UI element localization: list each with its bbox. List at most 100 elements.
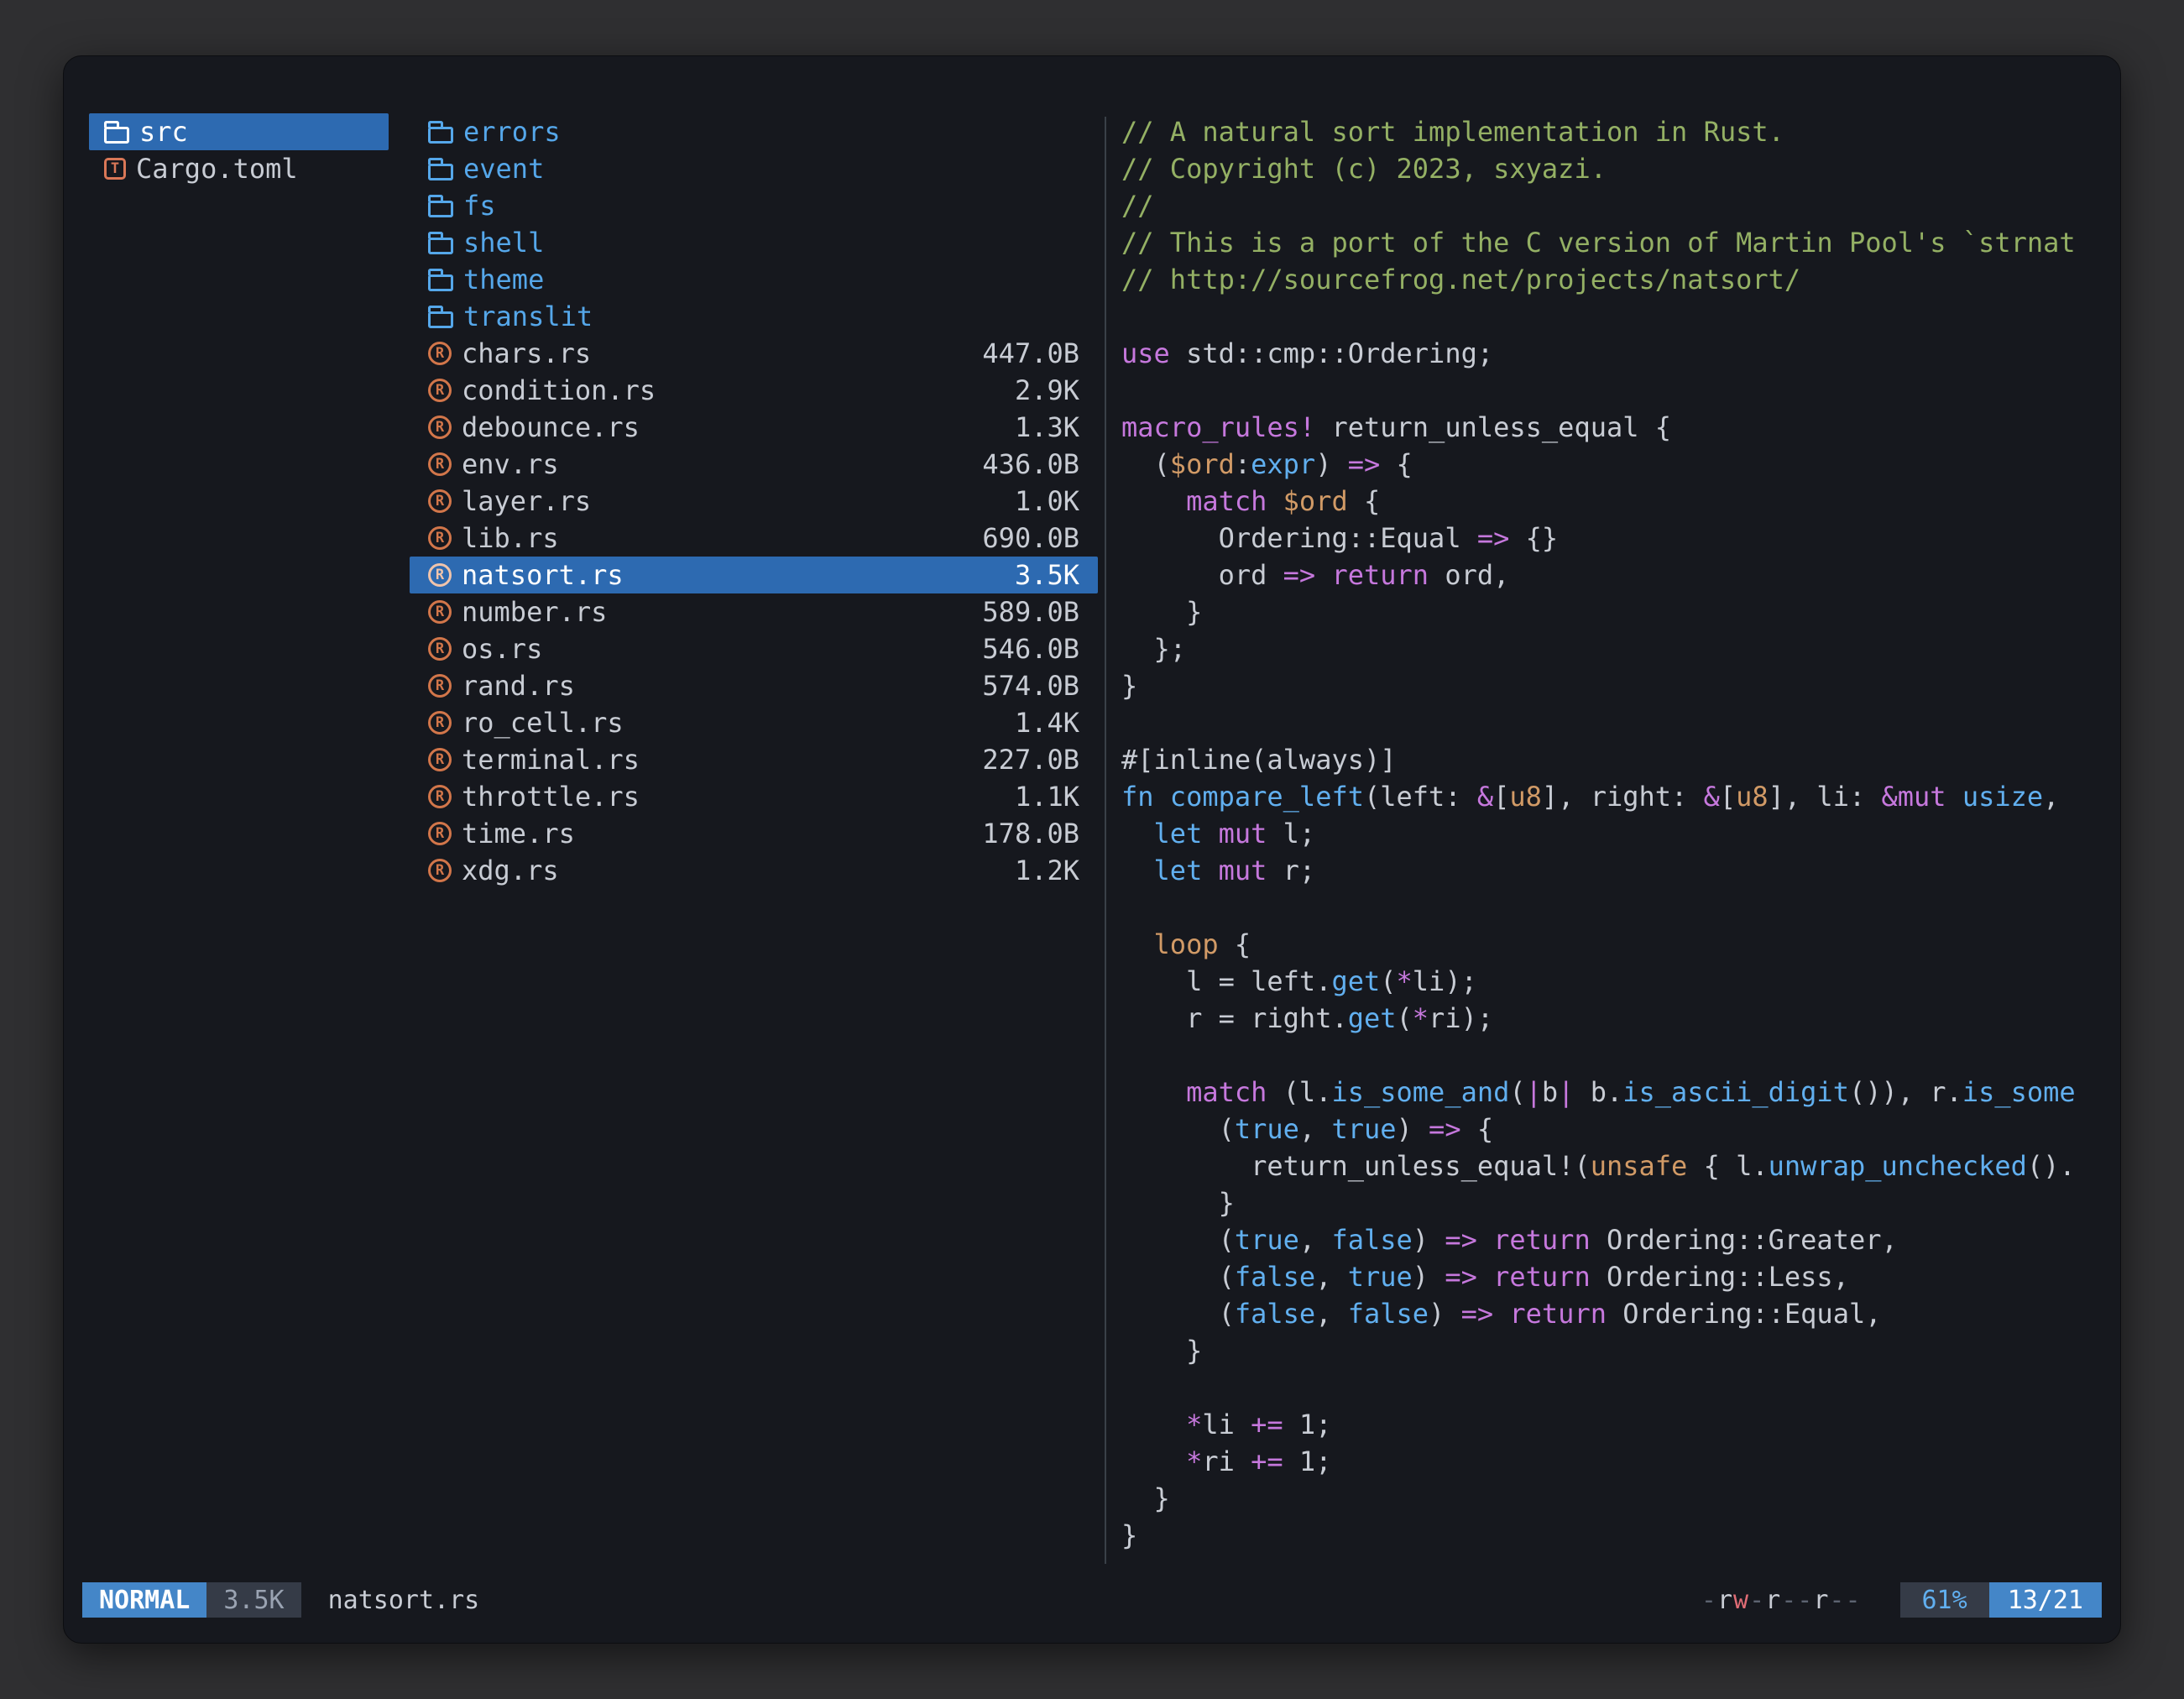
rust-file-icon: R bbox=[428, 489, 452, 513]
file-row[interactable]: Rxdg.rs1.2K bbox=[410, 852, 1098, 889]
file-row[interactable]: Rro_cell.rs 1.4K bbox=[410, 704, 1098, 741]
entry-size: 546.0B bbox=[982, 633, 1079, 665]
folder-row[interactable]: errors bbox=[410, 113, 1098, 150]
code-line: *li += 1; bbox=[1121, 1406, 2100, 1443]
cursor-position-badge: 13/21 bbox=[1989, 1582, 2102, 1618]
code-line: } bbox=[1121, 1184, 2100, 1221]
entry-name: errors bbox=[463, 116, 561, 148]
entry-name: rand.rs bbox=[462, 670, 575, 702]
status-filename: natsort.rs bbox=[328, 1582, 480, 1618]
file-row[interactable]: Rrand.rs574.0B bbox=[410, 667, 1098, 704]
entry-name: number.rs bbox=[462, 596, 607, 628]
pane-divider bbox=[1105, 117, 1106, 1564]
code-line: ($ord:expr) => { bbox=[1121, 446, 2100, 483]
toml-file-icon: T bbox=[104, 158, 126, 180]
entry-size: 1.4K bbox=[1015, 707, 1079, 739]
file-row[interactable]: Rtime.rs178.0B bbox=[410, 815, 1098, 852]
file-row[interactable]: Rterminal.rs227.0B bbox=[410, 741, 1098, 778]
entry-size: 1.2K bbox=[1015, 855, 1079, 886]
entry-size: 589.0B bbox=[982, 596, 1079, 628]
preview-pane[interactable]: // A natural sort implementation in Rust… bbox=[1111, 113, 2100, 1577]
code-line: } bbox=[1121, 1480, 2100, 1517]
code-line: // A natural sort implementation in Rust… bbox=[1121, 113, 2100, 150]
entry-name: os.rs bbox=[462, 633, 542, 665]
panes-container: src T Cargo.toml errorseventfsshellthemetr… bbox=[64, 56, 2120, 1577]
file-row[interactable]: Rnumber.rs589.0B bbox=[410, 593, 1098, 630]
entry-size: 3.5K bbox=[1015, 559, 1079, 591]
rust-file-icon: R bbox=[428, 859, 452, 882]
rust-file-icon: R bbox=[428, 379, 452, 402]
file-row[interactable]: Renv.rs436.0B bbox=[410, 446, 1098, 483]
code-line: loop { bbox=[1121, 926, 2100, 963]
folder-row[interactable]: event bbox=[410, 150, 1098, 187]
code-line: macro_rules! return_unless_equal { bbox=[1121, 409, 2100, 446]
code-line: // Copyright (c) 2023, sxyazi. bbox=[1121, 150, 2100, 187]
code-line: let mut r; bbox=[1121, 852, 2100, 889]
entry-name: terminal.rs bbox=[462, 744, 640, 776]
code-line: // bbox=[1121, 187, 2100, 224]
file-row[interactable]: Rlayer.rs 1.0K bbox=[410, 483, 1098, 520]
file-row[interactable]: T Cargo.toml bbox=[89, 150, 389, 187]
entry-name: debounce.rs bbox=[462, 411, 640, 443]
rust-file-icon: R bbox=[428, 711, 452, 734]
code-line: l = left.get(*li); bbox=[1121, 963, 2100, 1000]
parent-pane: src T Cargo.toml bbox=[89, 113, 410, 1577]
entry-name: ro_cell.rs bbox=[462, 707, 624, 739]
folder-row[interactable]: fs bbox=[410, 187, 1098, 224]
entry-size: 1.3K bbox=[1015, 411, 1079, 443]
file-row[interactable]: Rchars.rs447.0B bbox=[410, 335, 1098, 372]
code-line: } bbox=[1121, 667, 2100, 704]
file-row[interactable]: Rnatsort.rs3.5K bbox=[410, 557, 1098, 593]
entry-size: 1.0K bbox=[1015, 485, 1079, 517]
file-row[interactable]: Rdebounce.rs 1.3K bbox=[410, 409, 1098, 446]
code-line bbox=[1121, 704, 2100, 741]
status-bar: NORMAL 3.5K natsort.rs -rw-r--r-- 61% 13… bbox=[82, 1582, 2102, 1618]
folder-icon bbox=[428, 274, 453, 291]
entry-name: lib.rs bbox=[462, 522, 559, 554]
entry-size: 2.9K bbox=[1015, 374, 1079, 406]
code-line: use std::cmp::Ordering; bbox=[1121, 335, 2100, 372]
entry-size: 690.0B bbox=[982, 522, 1079, 554]
current-pane: errorseventfsshellthemetranslitRchars.rs… bbox=[410, 113, 1098, 1577]
rust-file-icon: R bbox=[428, 416, 452, 439]
folder-icon bbox=[428, 201, 453, 217]
folder-icon bbox=[428, 164, 453, 180]
entry-name: chars.rs bbox=[462, 337, 591, 369]
code-line: }; bbox=[1121, 630, 2100, 667]
folder-row[interactable]: shell bbox=[410, 224, 1098, 261]
entry-name: time.rs bbox=[462, 818, 575, 850]
file-permissions: -rw-r--r-- bbox=[1701, 1582, 1862, 1618]
entry-name: src bbox=[139, 116, 188, 148]
code-line bbox=[1121, 372, 2100, 409]
entry-name: layer.rs bbox=[462, 485, 591, 517]
folder-row[interactable]: theme bbox=[410, 261, 1098, 298]
file-row[interactable]: Rcondition.rs2.9K bbox=[410, 372, 1098, 409]
rust-file-icon: R bbox=[428, 785, 452, 808]
status-spacer bbox=[479, 1582, 1701, 1618]
entry-name: Cargo.toml bbox=[136, 153, 298, 185]
folder-row[interactable]: src bbox=[89, 113, 389, 150]
entry-size: 227.0B bbox=[982, 744, 1079, 776]
file-row[interactable]: Ros.rs546.0B bbox=[410, 630, 1098, 667]
code-line: } bbox=[1121, 1332, 2100, 1369]
folder-icon bbox=[428, 238, 453, 254]
file-row[interactable]: Rlib.rs690.0B bbox=[410, 520, 1098, 557]
entry-size: 436.0B bbox=[982, 448, 1079, 480]
file-size-badge: 3.5K bbox=[206, 1582, 300, 1618]
folder-row[interactable]: translit bbox=[410, 298, 1098, 335]
code-line: } bbox=[1121, 1517, 2100, 1554]
file-manager-window: src T Cargo.toml errorseventfsshellthemetr… bbox=[63, 55, 2121, 1644]
code-line: match (l.is_some_and(|b| b.is_ascii_digi… bbox=[1121, 1074, 2100, 1111]
code-line bbox=[1121, 889, 2100, 926]
entry-name: env.rs bbox=[462, 448, 559, 480]
entry-name: throttle.rs bbox=[462, 781, 640, 813]
rust-file-icon: R bbox=[428, 342, 452, 365]
file-row[interactable]: Rthrottle.rs 1.1K bbox=[410, 778, 1098, 815]
rust-file-icon: R bbox=[428, 674, 452, 698]
entry-size: 1.1K bbox=[1015, 781, 1079, 813]
rust-file-icon: R bbox=[428, 822, 452, 845]
folder-icon bbox=[104, 127, 129, 144]
code-line: } bbox=[1121, 593, 2100, 630]
code-line: *ri += 1; bbox=[1121, 1443, 2100, 1480]
code-line: #[inline(always)] bbox=[1121, 741, 2100, 778]
